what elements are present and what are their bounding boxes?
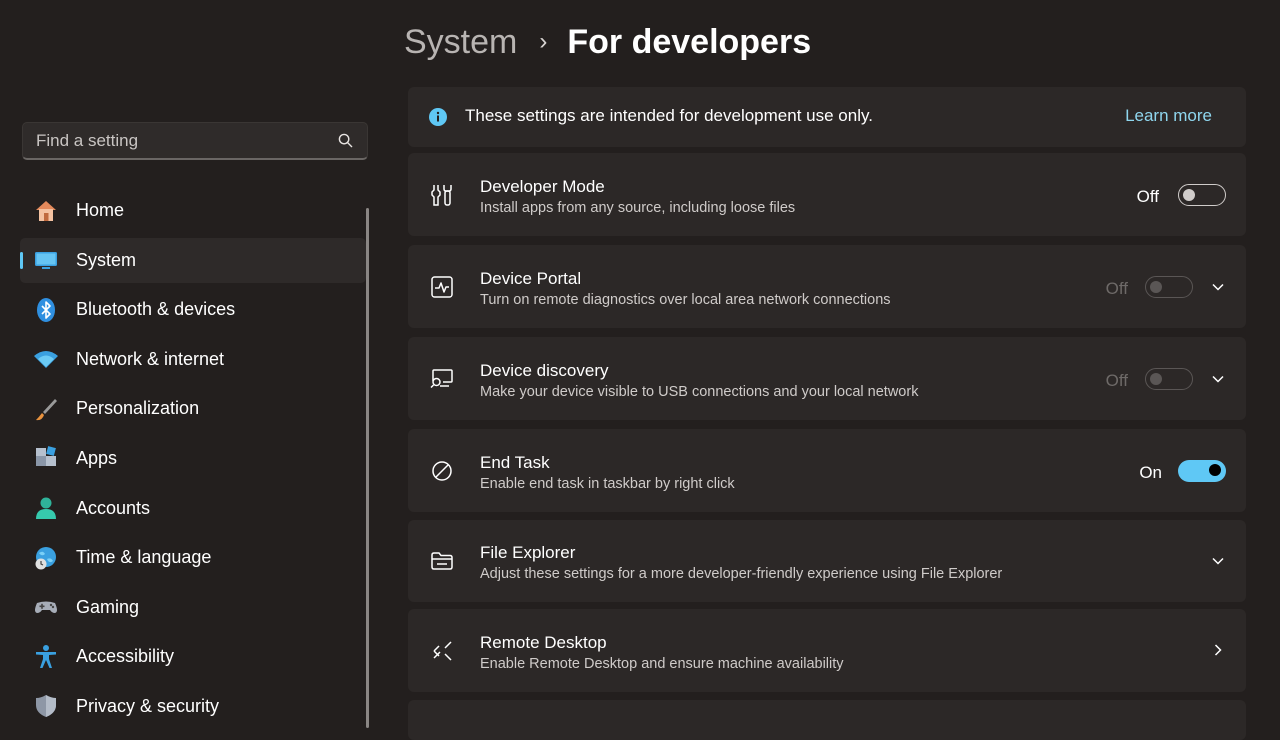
home-icon	[32, 197, 60, 225]
info-icon	[428, 107, 448, 132]
page-title: For developers	[567, 22, 812, 61]
wifi-icon	[32, 345, 60, 373]
search-input[interactable]	[23, 123, 338, 159]
setting-device-discovery: Device discovery Make your device visibl…	[408, 337, 1246, 420]
toggle-state-label: Off	[1105, 371, 1128, 390]
sidebar-item-accounts[interactable]: Accounts	[20, 486, 366, 531]
chevron-right-icon[interactable]	[1210, 642, 1226, 663]
active-indicator	[20, 251, 23, 269]
sidebar-item-label: Home	[76, 200, 125, 220]
chevron-down-icon[interactable]	[1210, 553, 1226, 574]
learn-more-link[interactable]: Learn more	[1125, 106, 1212, 126]
setting-end-task: End Task Enable end task in taskbar by r…	[408, 429, 1246, 512]
sidebar-item-label: Apps	[76, 447, 118, 468]
setting-subtitle: Adjust these settings for a more develop…	[480, 566, 1003, 582]
setting-remote-desktop[interactable]: Remote Desktop Enable Remote Desktop and…	[408, 609, 1246, 692]
apps-icon	[32, 444, 60, 472]
remote-desktop-icon	[428, 637, 456, 665]
sidebar-item-system[interactable]: System	[20, 237, 366, 283]
sidebar-item-label: Accounts	[76, 497, 151, 518]
toggle-knob	[1209, 464, 1221, 476]
sidebar-item-bluetooth[interactable]: Bluetooth & devices	[20, 287, 366, 332]
toggle-state-label: Off	[1136, 187, 1159, 206]
pulse-monitor-icon	[428, 273, 456, 301]
chevron-down-icon[interactable]	[1210, 279, 1226, 300]
sidebar-item-label: System	[76, 249, 137, 270]
sidebar-item-personalization[interactable]: Personalization	[20, 386, 366, 431]
info-banner: These settings are intended for developm…	[408, 87, 1246, 147]
sidebar-item-label: Time & language	[76, 547, 212, 568]
toggle-state-label: Off	[1105, 279, 1128, 298]
end-task-toggle[interactable]	[1178, 460, 1226, 482]
developer-mode-toggle[interactable]	[1178, 184, 1226, 206]
person-icon	[32, 494, 60, 522]
chevron-down-icon[interactable]	[1210, 371, 1226, 392]
brush-icon	[32, 395, 60, 423]
setting-subtitle: Install apps from any source, including …	[480, 200, 796, 216]
sidebar-item-time-language[interactable]: Time & language	[20, 535, 366, 580]
breadcrumb-system[interactable]: System	[404, 23, 517, 62]
sidebar-item-gaming[interactable]: Gaming	[20, 585, 366, 630]
gamepad-icon	[32, 593, 60, 621]
setting-title: Remote Desktop	[480, 633, 607, 652]
setting-title: Device discovery	[480, 361, 609, 380]
sidebar-nav: Home System Bluetooth & devices Network …	[20, 188, 366, 734]
sidebar-item-privacy-security[interactable]: Privacy & security	[20, 684, 366, 729]
folder-icon	[428, 547, 456, 575]
setting-title: Developer Mode	[480, 177, 605, 196]
toggle-knob	[1150, 281, 1162, 293]
setting-subtitle: Make your device visible to USB connecti…	[480, 384, 919, 400]
block-icon	[428, 457, 456, 485]
setting-next-partial	[408, 700, 1246, 740]
setting-developer-mode: Developer Mode Install apps from any sou…	[408, 153, 1246, 236]
developer-tools-icon	[428, 181, 456, 209]
accessibility-icon	[32, 643, 60, 671]
shield-icon	[32, 692, 60, 720]
toggle-knob	[1150, 373, 1162, 385]
sidebar-item-accessibility[interactable]: Accessibility	[20, 634, 366, 679]
sidebar-item-apps[interactable]: Apps	[20, 436, 366, 481]
breadcrumb: System › For developers	[404, 18, 811, 66]
breadcrumb-separator: ›	[539, 28, 548, 55]
device-search-icon	[428, 365, 456, 393]
search-icon[interactable]	[338, 133, 353, 153]
sidebar-item-label: Network & internet	[76, 348, 225, 369]
sidebar-item-label: Gaming	[76, 596, 140, 617]
toggle-knob	[1183, 189, 1195, 201]
globe-clock-icon	[32, 544, 60, 572]
banner-text: These settings are intended for developm…	[465, 106, 873, 125]
setting-subtitle: Enable Remote Desktop and ensure machine…	[480, 656, 844, 672]
setting-title: Device Portal	[480, 269, 582, 288]
bluetooth-icon	[32, 296, 60, 324]
device-discovery-toggle	[1145, 368, 1193, 390]
setting-title: End Task	[480, 453, 550, 472]
sidebar-scrollbar[interactable]	[366, 208, 369, 728]
setting-title: File Explorer	[480, 543, 576, 562]
sidebar-item-label: Privacy & security	[76, 695, 220, 716]
search-box[interactable]	[22, 122, 368, 160]
sidebar-item-network[interactable]: Network & internet	[20, 337, 366, 382]
sidebar-item-label: Bluetooth & devices	[76, 299, 236, 320]
toggle-state-label: On	[1139, 463, 1162, 482]
setting-subtitle: Turn on remote diagnostics over local ar…	[480, 292, 891, 308]
setting-device-portal: Device Portal Turn on remote diagnostics…	[408, 245, 1246, 328]
setting-file-explorer[interactable]: File Explorer Adjust these settings for …	[408, 520, 1246, 602]
sidebar-item-label: Accessibility	[76, 646, 175, 667]
device-portal-toggle	[1145, 276, 1193, 298]
monitor-icon	[32, 246, 60, 274]
setting-subtitle: Enable end task in taskbar by right clic…	[480, 476, 735, 492]
sidebar-item-label: Personalization	[76, 398, 200, 419]
sidebar-item-home[interactable]: Home	[20, 188, 366, 233]
